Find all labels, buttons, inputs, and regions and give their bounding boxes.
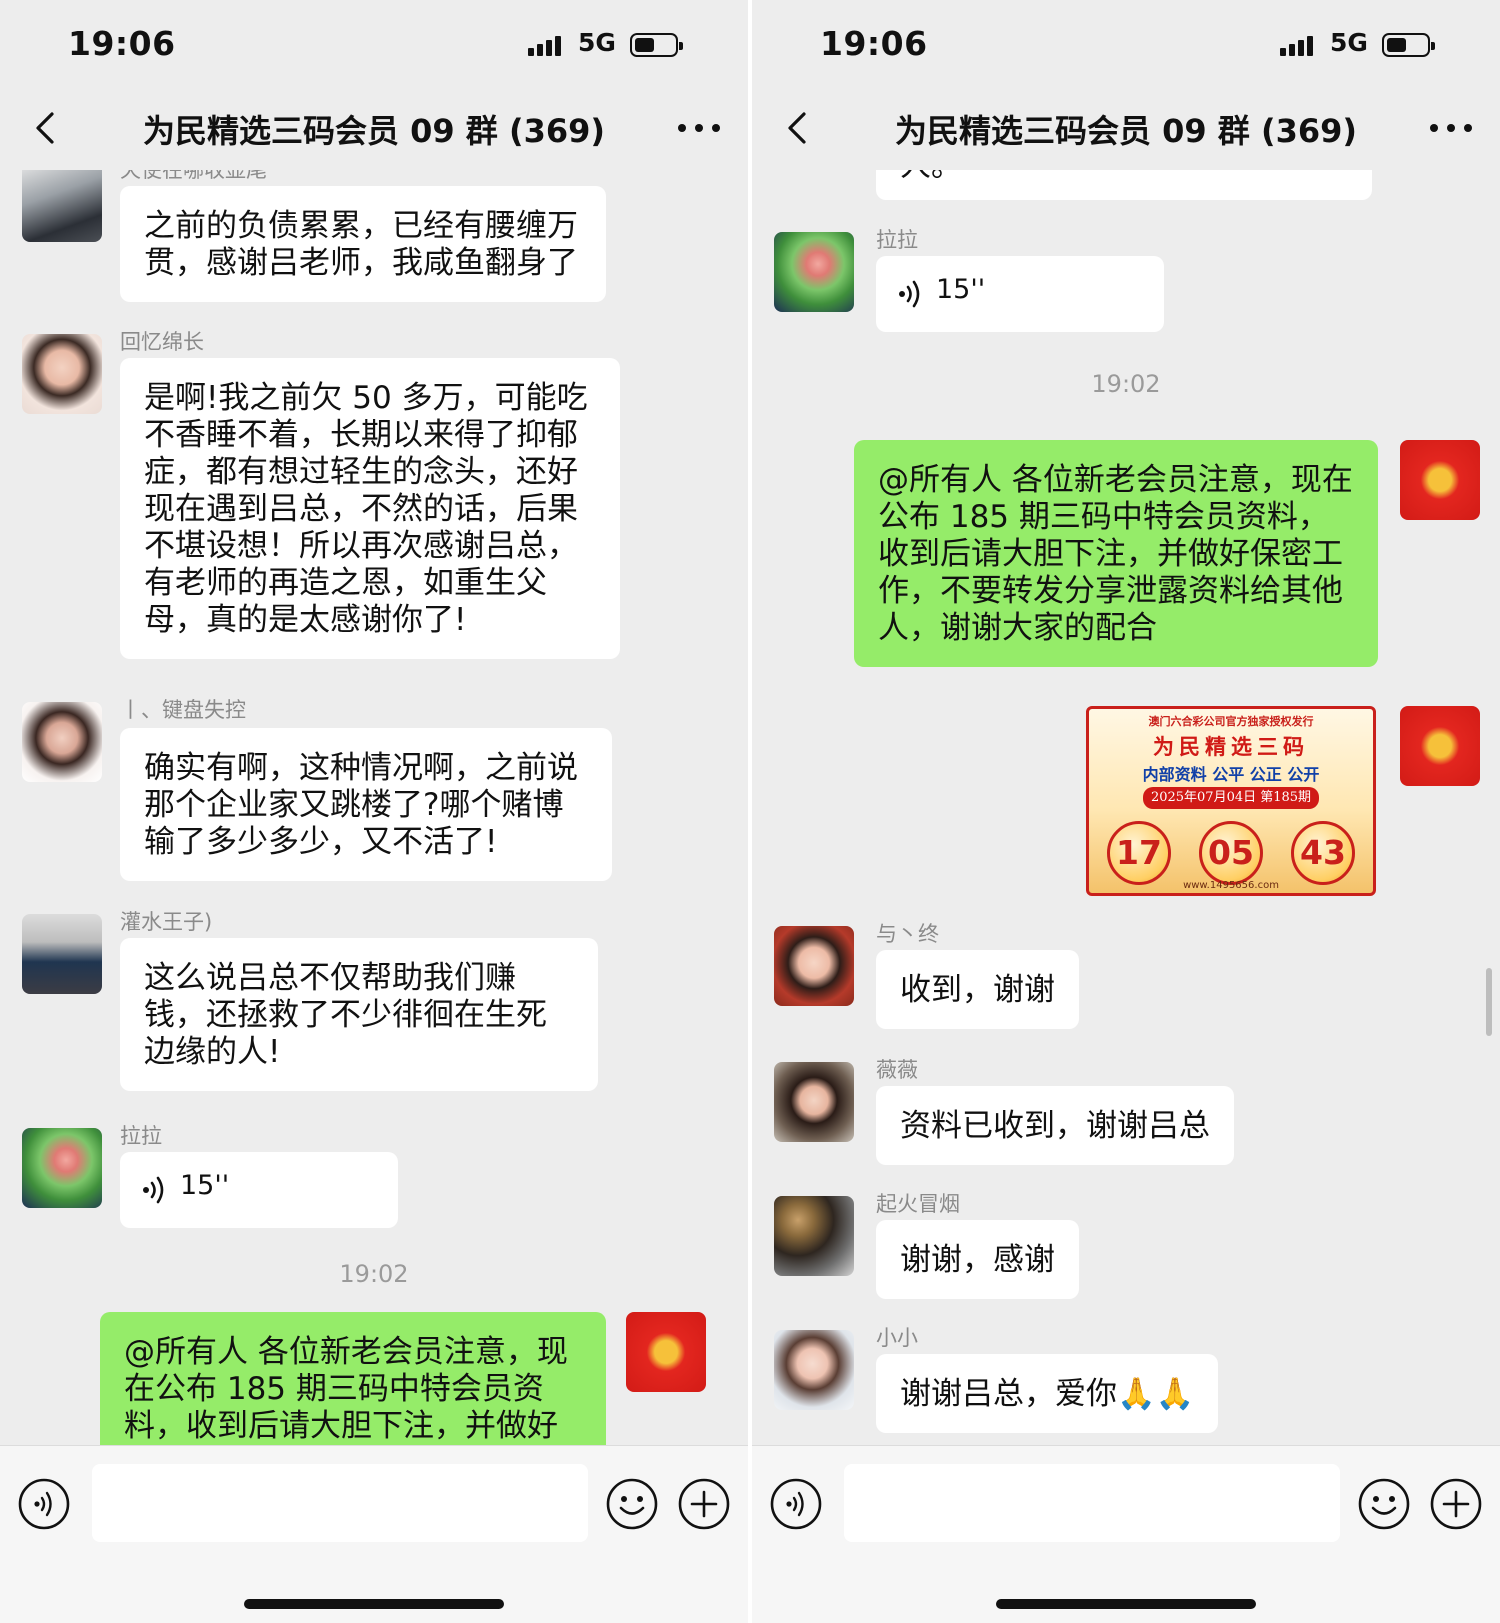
sender-name: 薇薇: [876, 1058, 918, 1082]
avatar[interactable]: [774, 232, 854, 312]
message-bubble[interactable]: 这么说吕总不仅帮助我们赚钱，还拯救了不少徘徊在生死边缘的人!: [120, 938, 598, 1091]
signal-icon: [528, 34, 566, 56]
battery-icon: [1382, 33, 1435, 57]
message-input[interactable]: [844, 1464, 1340, 1542]
avatar[interactable]: [22, 702, 102, 782]
avatar[interactable]: [774, 1196, 854, 1276]
plus-icon[interactable]: [678, 1478, 730, 1530]
more-dots-icon[interactable]: [678, 122, 720, 134]
home-indicator[interactable]: [996, 1599, 1256, 1609]
left-screenshot: 19:06 5G 为民精选三码会员 09 群 (369) 天使在哪收显尾 之前的…: [0, 0, 748, 1623]
network-type: 5G: [578, 28, 616, 57]
promo-footer: www.1495656.com: [1183, 880, 1279, 891]
avatar[interactable]: [774, 1062, 854, 1142]
back-chevron-icon[interactable]: [26, 108, 66, 148]
signal-icon: [1280, 34, 1318, 56]
emoji-icon[interactable]: [606, 1478, 658, 1530]
input-bar: [0, 1445, 748, 1623]
message-bubble[interactable]: 收到，谢谢: [876, 950, 1079, 1029]
plus-icon[interactable]: [1430, 1478, 1482, 1530]
more-dots-icon[interactable]: [1430, 122, 1472, 134]
status-time: 19:06: [68, 24, 176, 63]
voice-duration: 15'': [936, 274, 986, 305]
promo-date: 2025年07月04日 第185期: [1143, 787, 1319, 809]
voice-message-bubble[interactable]: 15'': [876, 256, 1164, 332]
avatar[interactable]: [22, 334, 102, 414]
sender-name: 回忆绵长: [120, 330, 204, 354]
timestamp: 19:02: [339, 1260, 409, 1288]
status-time: 19:06: [820, 24, 928, 63]
message-bubble[interactable]: 资料已收到，谢谢吕总: [876, 1086, 1234, 1165]
sender-name: 天使在哪收显尾: [120, 170, 267, 182]
sender-name: 拉拉: [120, 1124, 162, 1148]
voice-duration: 15'': [180, 1170, 230, 1201]
fu-avatar[interactable]: [1400, 706, 1480, 786]
sender-name: 灌水王子): [120, 910, 213, 934]
number-ball: 17: [1107, 821, 1171, 885]
message-bubble[interactable]: 是啊!我之前欠 50 多万，可能吃不香睡不着，长期以来得了抑郁症，都有想过轻生的…: [120, 358, 620, 659]
promo-title: 为民精选三码: [1153, 735, 1309, 759]
promo-issuer: 澳门六合彩公司官方独家授权发行: [1148, 715, 1314, 728]
chat-title: 为民精选三码会员 09 群 (369): [894, 112, 1357, 150]
timestamp: 19:02: [1091, 370, 1161, 398]
avatar[interactable]: [774, 926, 854, 1006]
voice-wave-icon: [899, 280, 920, 308]
sender-name: 起火冒烟: [876, 1192, 960, 1216]
back-chevron-icon[interactable]: [778, 108, 818, 148]
own-message-bubble[interactable]: @所有人 各位新老会员注意，现在公布 185 期三码中特会员资料，收到后请大胆下…: [100, 1312, 606, 1445]
sender-name: 丨、键盘失控: [120, 698, 246, 722]
input-bar: [752, 1445, 1500, 1623]
sender-name: 与丶终: [876, 922, 939, 946]
sender-name: 拉拉: [876, 228, 918, 252]
voice-message-bubble[interactable]: 15'': [120, 1152, 398, 1228]
fu-avatar[interactable]: [1400, 440, 1480, 520]
status-bar: 19:06 5G: [0, 0, 748, 86]
message-input[interactable]: [92, 1464, 588, 1542]
home-indicator[interactable]: [244, 1599, 504, 1609]
avatar[interactable]: [22, 170, 102, 242]
chat-message-list[interactable]: 天使在哪收显尾 之前的负债累累，已经有腰缠万贯，感谢吕老师，我咸鱼翻身了 回忆绵…: [0, 170, 748, 1445]
scrollbar[interactable]: [1486, 968, 1492, 1036]
voice-input-icon[interactable]: [18, 1478, 70, 1530]
avatar[interactable]: [22, 1128, 102, 1208]
right-screenshot: 19:06 5G 为民精选三码会员 09 群 (369) 人。 拉拉 15'' …: [752, 0, 1500, 1623]
network-type: 5G: [1330, 28, 1368, 57]
fu-avatar[interactable]: [626, 1312, 706, 1392]
number-ball: 43: [1291, 821, 1355, 885]
promo-subtitle: 内部资料 公平 公正 公开: [1142, 765, 1320, 784]
chat-title: 为民精选三码会员 09 群 (369): [142, 112, 605, 150]
message-bubble[interactable]: 谢谢吕总，爱你🙏🙏: [876, 1354, 1219, 1433]
sender-name: 小小: [876, 1326, 918, 1350]
lottery-image[interactable]: 澳门六合彩公司官方独家授权发行 为民精选三码 内部资料 公平 公正 公开 202…: [1086, 706, 1376, 896]
message-bubble[interactable]: 人。: [876, 170, 1372, 200]
message-bubble[interactable]: 确实有啊，这种情况啊，之前说那个企业家又跳楼了?哪个赌博输了多少多少，又不活了!: [120, 728, 612, 881]
message-bubble[interactable]: 之前的负债累累，已经有腰缠万贯，感谢吕老师，我咸鱼翻身了: [120, 186, 606, 302]
emoji-icon[interactable]: [1358, 1478, 1410, 1530]
voice-input-icon[interactable]: [770, 1478, 822, 1530]
chat-title-bar: 为民精选三码会员 09 群 (369): [0, 86, 748, 170]
number-ball: 05: [1199, 821, 1263, 885]
avatar[interactable]: [774, 1330, 854, 1410]
battery-icon: [630, 33, 683, 57]
chat-message-list[interactable]: 人。 拉拉 15'' 19:02 @所有人 各位新老会员注意，现在公布 185 …: [752, 170, 1500, 1445]
avatar[interactable]: [22, 914, 102, 994]
message-bubble[interactable]: 谢谢，感谢: [876, 1220, 1079, 1299]
own-message-bubble[interactable]: @所有人 各位新老会员注意，现在公布 185 期三码中特会员资料，收到后请大胆下…: [854, 440, 1378, 667]
voice-wave-icon: [143, 1176, 164, 1204]
chat-title-bar: 为民精选三码会员 09 群 (369): [752, 86, 1500, 170]
status-bar: 19:06 5G: [752, 0, 1500, 86]
